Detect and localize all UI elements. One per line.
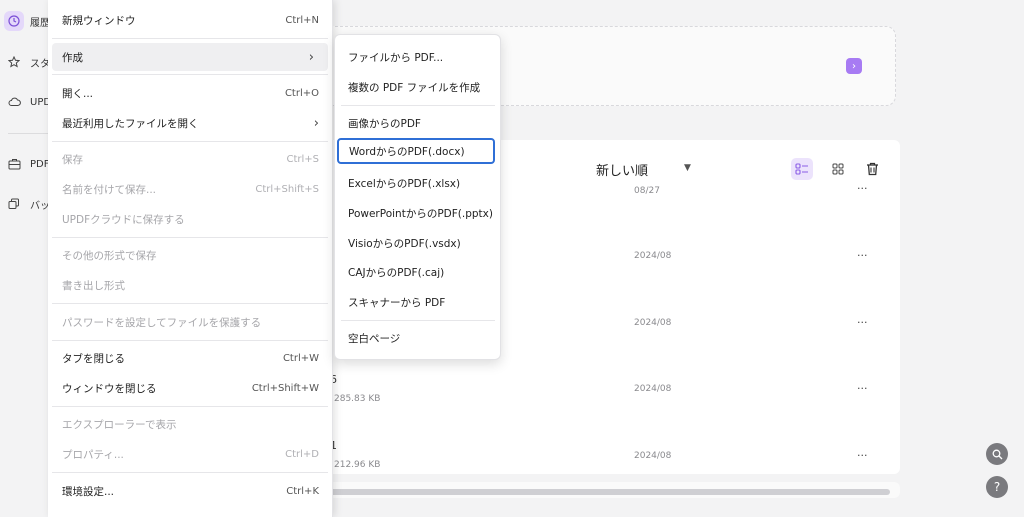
- menu-item-label: 書き出し形式: [62, 279, 125, 292]
- grid-view-icon: [832, 163, 844, 175]
- star-icon: [4, 52, 24, 72]
- submenu-item-from-excel[interactable]: ExcelからのPDF(.xlsx): [335, 170, 500, 196]
- menu-item-label: 新規ウィンドウ: [62, 14, 136, 27]
- submenu-item-from-visio[interactable]: VisioからのPDF(.vsdx): [335, 230, 500, 256]
- menu-item-label: ウィンドウを閉じる: [62, 382, 157, 395]
- menu-separator: [341, 320, 495, 321]
- menu-shortcut: Ctrl+Shift+W: [251, 382, 319, 394]
- grid-view-button[interactable]: [827, 158, 849, 180]
- sort-dropdown[interactable]: 新しい順: [596, 160, 648, 179]
- menu-separator: [341, 105, 495, 106]
- sidebar-item-label: 履歴: [30, 17, 50, 29]
- menu-separator: [52, 141, 328, 142]
- submenu-item-from-word[interactable]: WordからのPDF(.docx): [337, 138, 495, 164]
- menu-item-label: 保存: [62, 153, 83, 166]
- menu-item-label: タブを閉じる: [62, 352, 125, 365]
- menu-item-save-cloud: UPDFクラウドに保存する: [48, 205, 333, 233]
- sidebar-item-label: PDF: [30, 158, 50, 170]
- file-size: 285.83 KB: [334, 394, 381, 404]
- menu-separator: [52, 472, 328, 473]
- menu-item-create[interactable]: 作成 ›: [52, 43, 328, 71]
- file-date: 2024/08: [634, 251, 672, 261]
- menu-item-properties: プロパティ... Ctrl+D: [48, 440, 333, 468]
- menu-separator: [52, 237, 328, 238]
- menu-item-open[interactable]: 開く... Ctrl+O: [48, 79, 333, 107]
- create-submenu: ファイルから PDF... 複数の PDF ファイルを作成 画像からのPDF W…: [334, 34, 501, 360]
- menu-shortcut: Ctrl+N: [285, 14, 319, 26]
- menu-separator: [52, 38, 328, 39]
- submenu-item-from-caj[interactable]: CAJからのPDF(.caj): [335, 259, 500, 285]
- menu-shortcut: Ctrl+D: [285, 448, 319, 460]
- menu-shortcut: Ctrl+K: [286, 485, 319, 497]
- search-button[interactable]: [986, 443, 1008, 465]
- submenu-item-multiple-pdf[interactable]: 複数の PDF ファイルを作成: [335, 74, 500, 100]
- submenu-item-blank-page[interactable]: 空白ページ: [335, 325, 500, 351]
- menu-item-show-in-explorer: エクスプローラーで表示: [48, 410, 333, 438]
- chevron-right-icon: ›: [308, 49, 314, 65]
- delete-button[interactable]: [861, 158, 883, 180]
- menu-item-label: プロパティ...: [62, 448, 124, 461]
- menu-item-save: 保存 Ctrl+S: [48, 145, 333, 173]
- submenu-item-from-image[interactable]: 画像からのPDF: [335, 110, 500, 136]
- menu-item-label: パスワードを設定してファイルを保護する: [62, 316, 262, 329]
- menu-separator: [52, 303, 328, 304]
- more-options-icon[interactable]: ···: [857, 182, 868, 195]
- menu-item-export: 書き出し形式: [48, 271, 333, 299]
- more-options-icon[interactable]: ···: [857, 382, 868, 395]
- file-date: 08/27: [634, 186, 660, 196]
- chevron-right-icon[interactable]: ›: [846, 58, 862, 74]
- search-icon: [992, 449, 1002, 459]
- menu-separator: [52, 406, 328, 407]
- menu-item-preferences[interactable]: 環境設定... Ctrl+K: [48, 477, 333, 505]
- menu-item-new-window[interactable]: 新規ウィンドウ Ctrl+N: [48, 6, 333, 34]
- copy-icon: [4, 194, 24, 214]
- menu-item-label: 作成: [62, 51, 83, 64]
- file-date: 2024/08: [634, 384, 672, 394]
- sidebar-divider: [8, 133, 48, 134]
- trash-icon: [866, 162, 878, 176]
- list-view-button[interactable]: [791, 158, 813, 180]
- submenu-item-from-powerpoint[interactable]: PowerPointからのPDF(.pptx): [335, 200, 500, 226]
- briefcase-icon: [4, 154, 24, 174]
- file-size: 212.96 KB: [334, 460, 381, 470]
- clock-icon: [4, 11, 24, 31]
- menu-item-label: 名前を付けて保存...: [62, 183, 157, 196]
- menu-separator: [52, 74, 328, 75]
- more-options-icon[interactable]: ···: [857, 316, 868, 329]
- more-options-icon[interactable]: ···: [857, 449, 868, 462]
- menu-shortcut: Ctrl+W: [282, 352, 319, 364]
- caret-down-icon[interactable]: ▼: [684, 163, 691, 173]
- menu-item-save-other-format: その他の形式で保存: [48, 241, 333, 269]
- menu-item-label: 最近利用したファイルを開く: [62, 117, 199, 130]
- scrollbar-thumb[interactable]: [330, 489, 890, 495]
- menu-item-label: 環境設定...: [62, 485, 115, 498]
- list-view-icon: [795, 163, 808, 175]
- chevron-right-icon: ›: [313, 115, 319, 131]
- help-button[interactable]: ?: [986, 476, 1008, 498]
- file-menu: 新規ウィンドウ Ctrl+N 作成 › 開く... Ctrl+O 最近利用したフ…: [48, 0, 333, 517]
- menu-item-close-window[interactable]: ウィンドウを閉じる Ctrl+Shift+W: [48, 374, 333, 402]
- menu-item-label: UPDFクラウドに保存する: [62, 213, 185, 226]
- menu-shortcut: Ctrl+O: [284, 87, 319, 99]
- menu-shortcut: Ctrl+Shift+S: [255, 183, 319, 195]
- menu-separator: [52, 340, 328, 341]
- menu-item-label: エクスプローラーで表示: [62, 418, 177, 431]
- menu-shortcut: Ctrl+S: [286, 153, 319, 165]
- help-icon: ?: [993, 480, 1001, 494]
- file-date: 2024/08: [634, 318, 672, 328]
- menu-item-close-tab[interactable]: タブを閉じる Ctrl+W: [48, 344, 333, 372]
- file-date: 2024/08: [634, 451, 672, 461]
- menu-item-recent[interactable]: 最近利用したファイルを開く ›: [48, 109, 333, 137]
- cloud-icon: [4, 92, 24, 112]
- more-options-icon[interactable]: ···: [857, 249, 868, 262]
- submenu-item-from-scanner[interactable]: スキャナーから PDF: [335, 289, 500, 315]
- menu-item-label: その他の形式で保存: [62, 249, 157, 262]
- submenu-item-from-file[interactable]: ファイルから PDF...: [335, 44, 500, 70]
- menu-item-save-as: 名前を付けて保存... Ctrl+Shift+S: [48, 175, 333, 203]
- menu-item-protect-password: パスワードを設定してファイルを保護する: [48, 308, 333, 336]
- menu-item-label: 開く...: [62, 87, 94, 100]
